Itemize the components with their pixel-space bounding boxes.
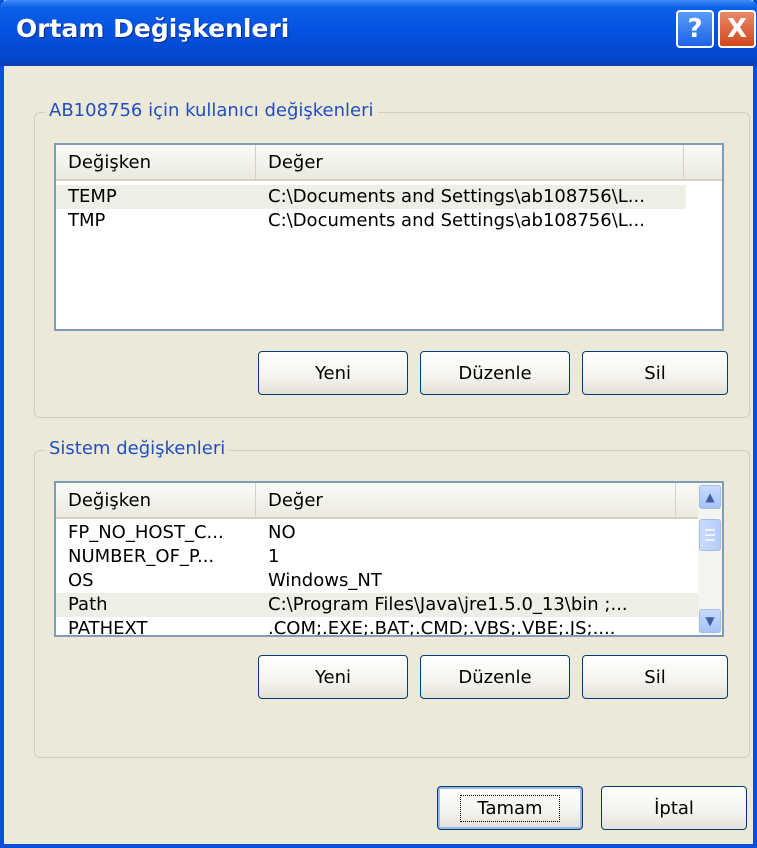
variable-name: OS — [68, 570, 94, 591]
grip-line — [705, 534, 715, 536]
system-variables-list[interactable]: Değişken Değer FP_NO_HOST_C... NO NUMBER… — [54, 481, 724, 637]
system-variables-legend: Sistem değişkenleri — [45, 438, 230, 459]
list-header: Değişken Değer — [56, 483, 698, 519]
user-variables-group: AB108756 için kullanıcı değişkenleri Değ… — [34, 100, 750, 418]
user-edit-button[interactable]: Düzenle — [420, 351, 570, 395]
variable-value: 1 — [268, 546, 280, 567]
system-edit-button[interactable]: Düzenle — [420, 655, 570, 699]
variable-name: Path — [68, 594, 108, 615]
variable-value: .COM;.EXE;.BAT;.CMD;.VBS;.VBE;.JS;.... — [268, 618, 616, 637]
column-header-variable[interactable]: Değişken — [56, 483, 256, 519]
grip-line — [705, 539, 715, 541]
scroll-down-icon[interactable]: ▼ — [699, 609, 721, 633]
variable-value: C:\Program Files\Java\jre1.5.0_13\bin ;.… — [268, 594, 628, 615]
user-variables-list[interactable]: Değişken Değer TEMP C:\Documents and Set… — [54, 143, 724, 331]
ok-button-label: Tamam — [460, 794, 560, 822]
environment-variables-dialog: Ortam Değişkenleri ? X AB108756 için kul… — [0, 0, 757, 848]
list-item[interactable]: OS Windows_NT — [56, 569, 698, 593]
user-new-button[interactable]: Yeni — [258, 351, 408, 395]
help-button[interactable]: ? — [676, 10, 714, 48]
variable-value: NO — [268, 522, 296, 543]
close-button[interactable]: X — [718, 10, 756, 48]
system-delete-button[interactable]: Sil — [582, 655, 728, 699]
user-variables-legend: AB108756 için kullanıcı değişkenleri — [45, 100, 378, 121]
list-header: Değişken Değer — [56, 145, 722, 181]
close-icon: X — [726, 14, 748, 44]
grip-line — [705, 529, 715, 531]
column-header-value[interactable]: Değer — [256, 145, 684, 181]
variable-name: TEMP — [68, 186, 117, 207]
list-item[interactable]: TEMP C:\Documents and Settings\ab108756\… — [56, 185, 686, 209]
window-title: Ortam Değişkenleri — [16, 14, 290, 43]
variable-name: TMP — [68, 210, 106, 231]
variable-name: FP_NO_HOST_C... — [68, 522, 224, 543]
help-icon: ? — [687, 14, 703, 44]
variable-name: NUMBER_OF_P... — [68, 546, 215, 567]
list-item[interactable]: PATHEXT .COM;.EXE;.BAT;.CMD;.VBS;.VBE;.J… — [56, 617, 698, 637]
variable-value: Windows_NT — [268, 570, 382, 591]
scroll-thumb[interactable] — [699, 519, 721, 551]
column-header-variable[interactable]: Değişken — [56, 145, 256, 181]
variable-name: PATHEXT — [68, 618, 148, 637]
list-item[interactable]: Path C:\Program Files\Java\jre1.5.0_13\b… — [56, 593, 698, 617]
ok-button[interactable]: Tamam — [437, 786, 583, 830]
list-item[interactable]: NUMBER_OF_P... 1 — [56, 545, 698, 569]
system-new-button[interactable]: Yeni — [258, 655, 408, 699]
scroll-up-icon[interactable]: ▲ — [699, 485, 721, 509]
variable-value: C:\Documents and Settings\ab108756\L... — [268, 210, 645, 231]
vertical-scrollbar[interactable]: ▲ ▼ — [698, 483, 722, 635]
user-delete-button[interactable]: Sil — [582, 351, 728, 395]
column-header-value[interactable]: Değer — [256, 483, 676, 519]
list-item[interactable]: TMP C:\Documents and Settings\ab108756\L… — [56, 209, 686, 233]
title-bar[interactable]: Ortam Değişkenleri ? X — [0, 0, 757, 66]
system-variables-group: Sistem değişkenleri Değişken Değer FP_NO… — [34, 438, 750, 758]
list-item[interactable]: FP_NO_HOST_C... NO — [56, 521, 698, 545]
variable-value: C:\Documents and Settings\ab108756\L... — [268, 186, 645, 207]
cancel-button[interactable]: İptal — [601, 786, 747, 830]
